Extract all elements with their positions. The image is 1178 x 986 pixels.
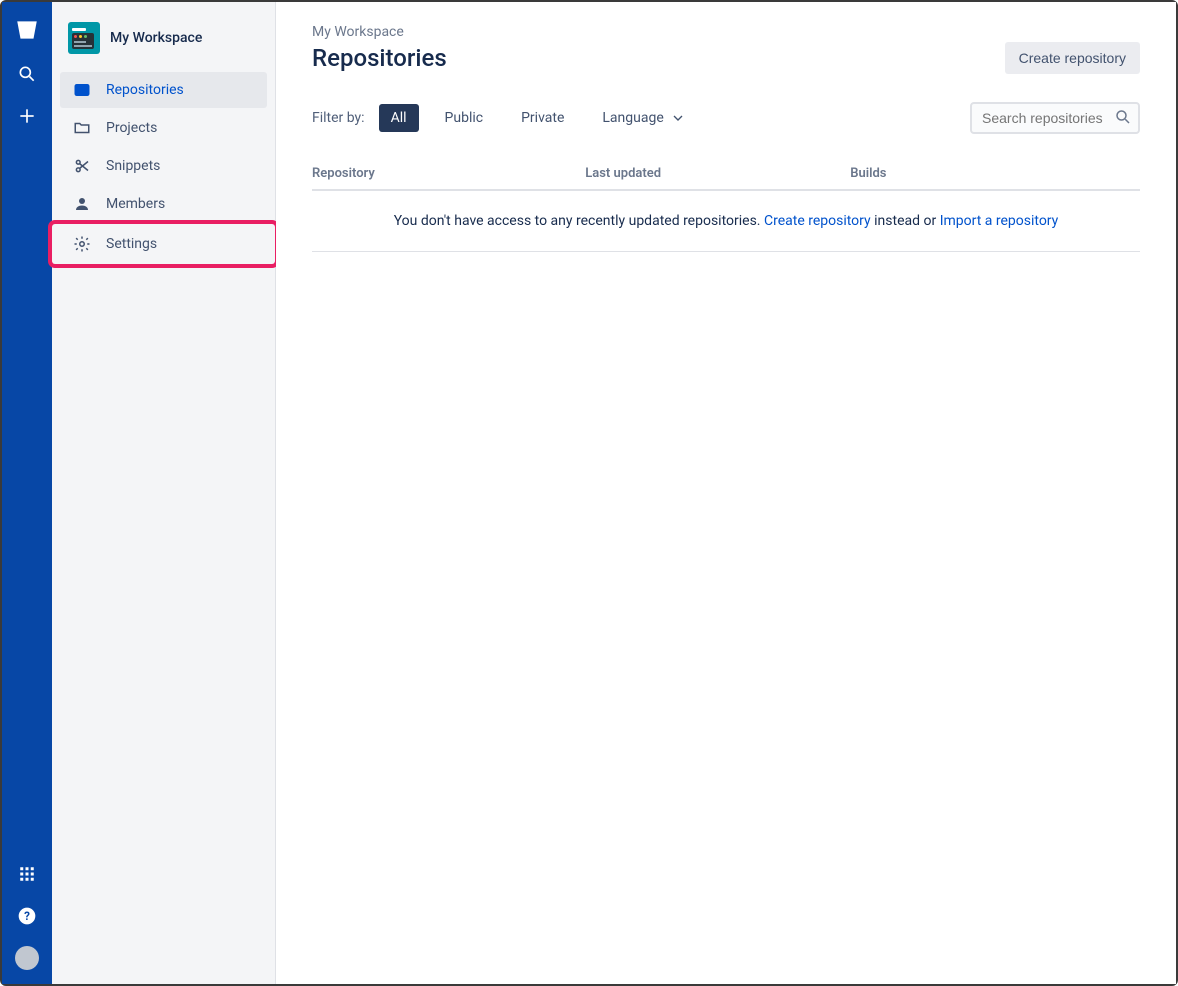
filter-language[interactable]: Language bbox=[590, 104, 697, 132]
column-builds: Builds bbox=[850, 158, 1140, 190]
filter-private[interactable]: Private bbox=[509, 104, 576, 132]
global-nav-rail: ? bbox=[2, 2, 52, 984]
sidebar-item-label: Members bbox=[106, 196, 165, 212]
sidebar-item-settings[interactable]: Settings bbox=[52, 224, 275, 264]
workspace-header[interactable]: My Workspace bbox=[60, 18, 267, 70]
main-content: My Workspace Repositories Create reposit… bbox=[276, 2, 1176, 984]
person-icon bbox=[72, 194, 92, 214]
create-repository-button[interactable]: Create repository bbox=[1005, 42, 1140, 74]
help-icon[interactable]: ? bbox=[15, 904, 39, 928]
gear-icon bbox=[72, 234, 92, 254]
chevron-down-icon bbox=[670, 110, 686, 126]
empty-text-middle: instead or bbox=[871, 213, 940, 229]
sidebar-item-label: Repositories bbox=[106, 82, 184, 98]
column-repository: Repository bbox=[312, 158, 585, 190]
sidebar-item-label: Settings bbox=[106, 236, 157, 252]
bitbucket-logo-icon[interactable] bbox=[13, 16, 41, 44]
user-avatar[interactable] bbox=[15, 946, 39, 970]
search-icon bbox=[1114, 108, 1132, 126]
sidebar-item-label: Snippets bbox=[106, 158, 160, 174]
filter-all[interactable]: All bbox=[379, 104, 419, 132]
app-switcher-icon[interactable] bbox=[15, 862, 39, 886]
workspace-name: My Workspace bbox=[110, 30, 202, 46]
sidebar-item-members[interactable]: Members bbox=[60, 186, 267, 222]
empty-text-prefix: You don't have access to any recently up… bbox=[394, 213, 764, 229]
column-last-updated: Last updated bbox=[585, 158, 850, 190]
repositories-table: Repository Last updated Builds You don't… bbox=[312, 158, 1140, 252]
workspace-avatar-icon bbox=[68, 22, 100, 54]
filter-label: Filter by: bbox=[312, 110, 365, 126]
svg-text:?: ? bbox=[24, 909, 30, 923]
code-icon bbox=[72, 80, 92, 100]
sidebar-item-repositories[interactable]: Repositories bbox=[60, 72, 267, 108]
create-plus-icon[interactable] bbox=[15, 104, 39, 128]
import-repository-link[interactable]: Import a repository bbox=[940, 213, 1059, 229]
search-icon[interactable] bbox=[15, 62, 39, 86]
sidebar-item-label: Projects bbox=[106, 120, 157, 136]
sidebar: My Workspace Repositories Projects Snipp… bbox=[52, 2, 276, 984]
folder-icon bbox=[72, 118, 92, 138]
filter-language-label: Language bbox=[602, 110, 663, 126]
create-repository-link[interactable]: Create repository bbox=[764, 213, 871, 229]
scissors-icon bbox=[72, 156, 92, 176]
sidebar-item-snippets[interactable]: Snippets bbox=[60, 148, 267, 184]
page-title: Repositories bbox=[312, 44, 447, 72]
breadcrumb[interactable]: My Workspace bbox=[312, 24, 1140, 40]
empty-state-row: You don't have access to any recently up… bbox=[312, 190, 1140, 252]
sidebar-item-projects[interactable]: Projects bbox=[60, 110, 267, 146]
filter-public[interactable]: Public bbox=[433, 104, 496, 132]
